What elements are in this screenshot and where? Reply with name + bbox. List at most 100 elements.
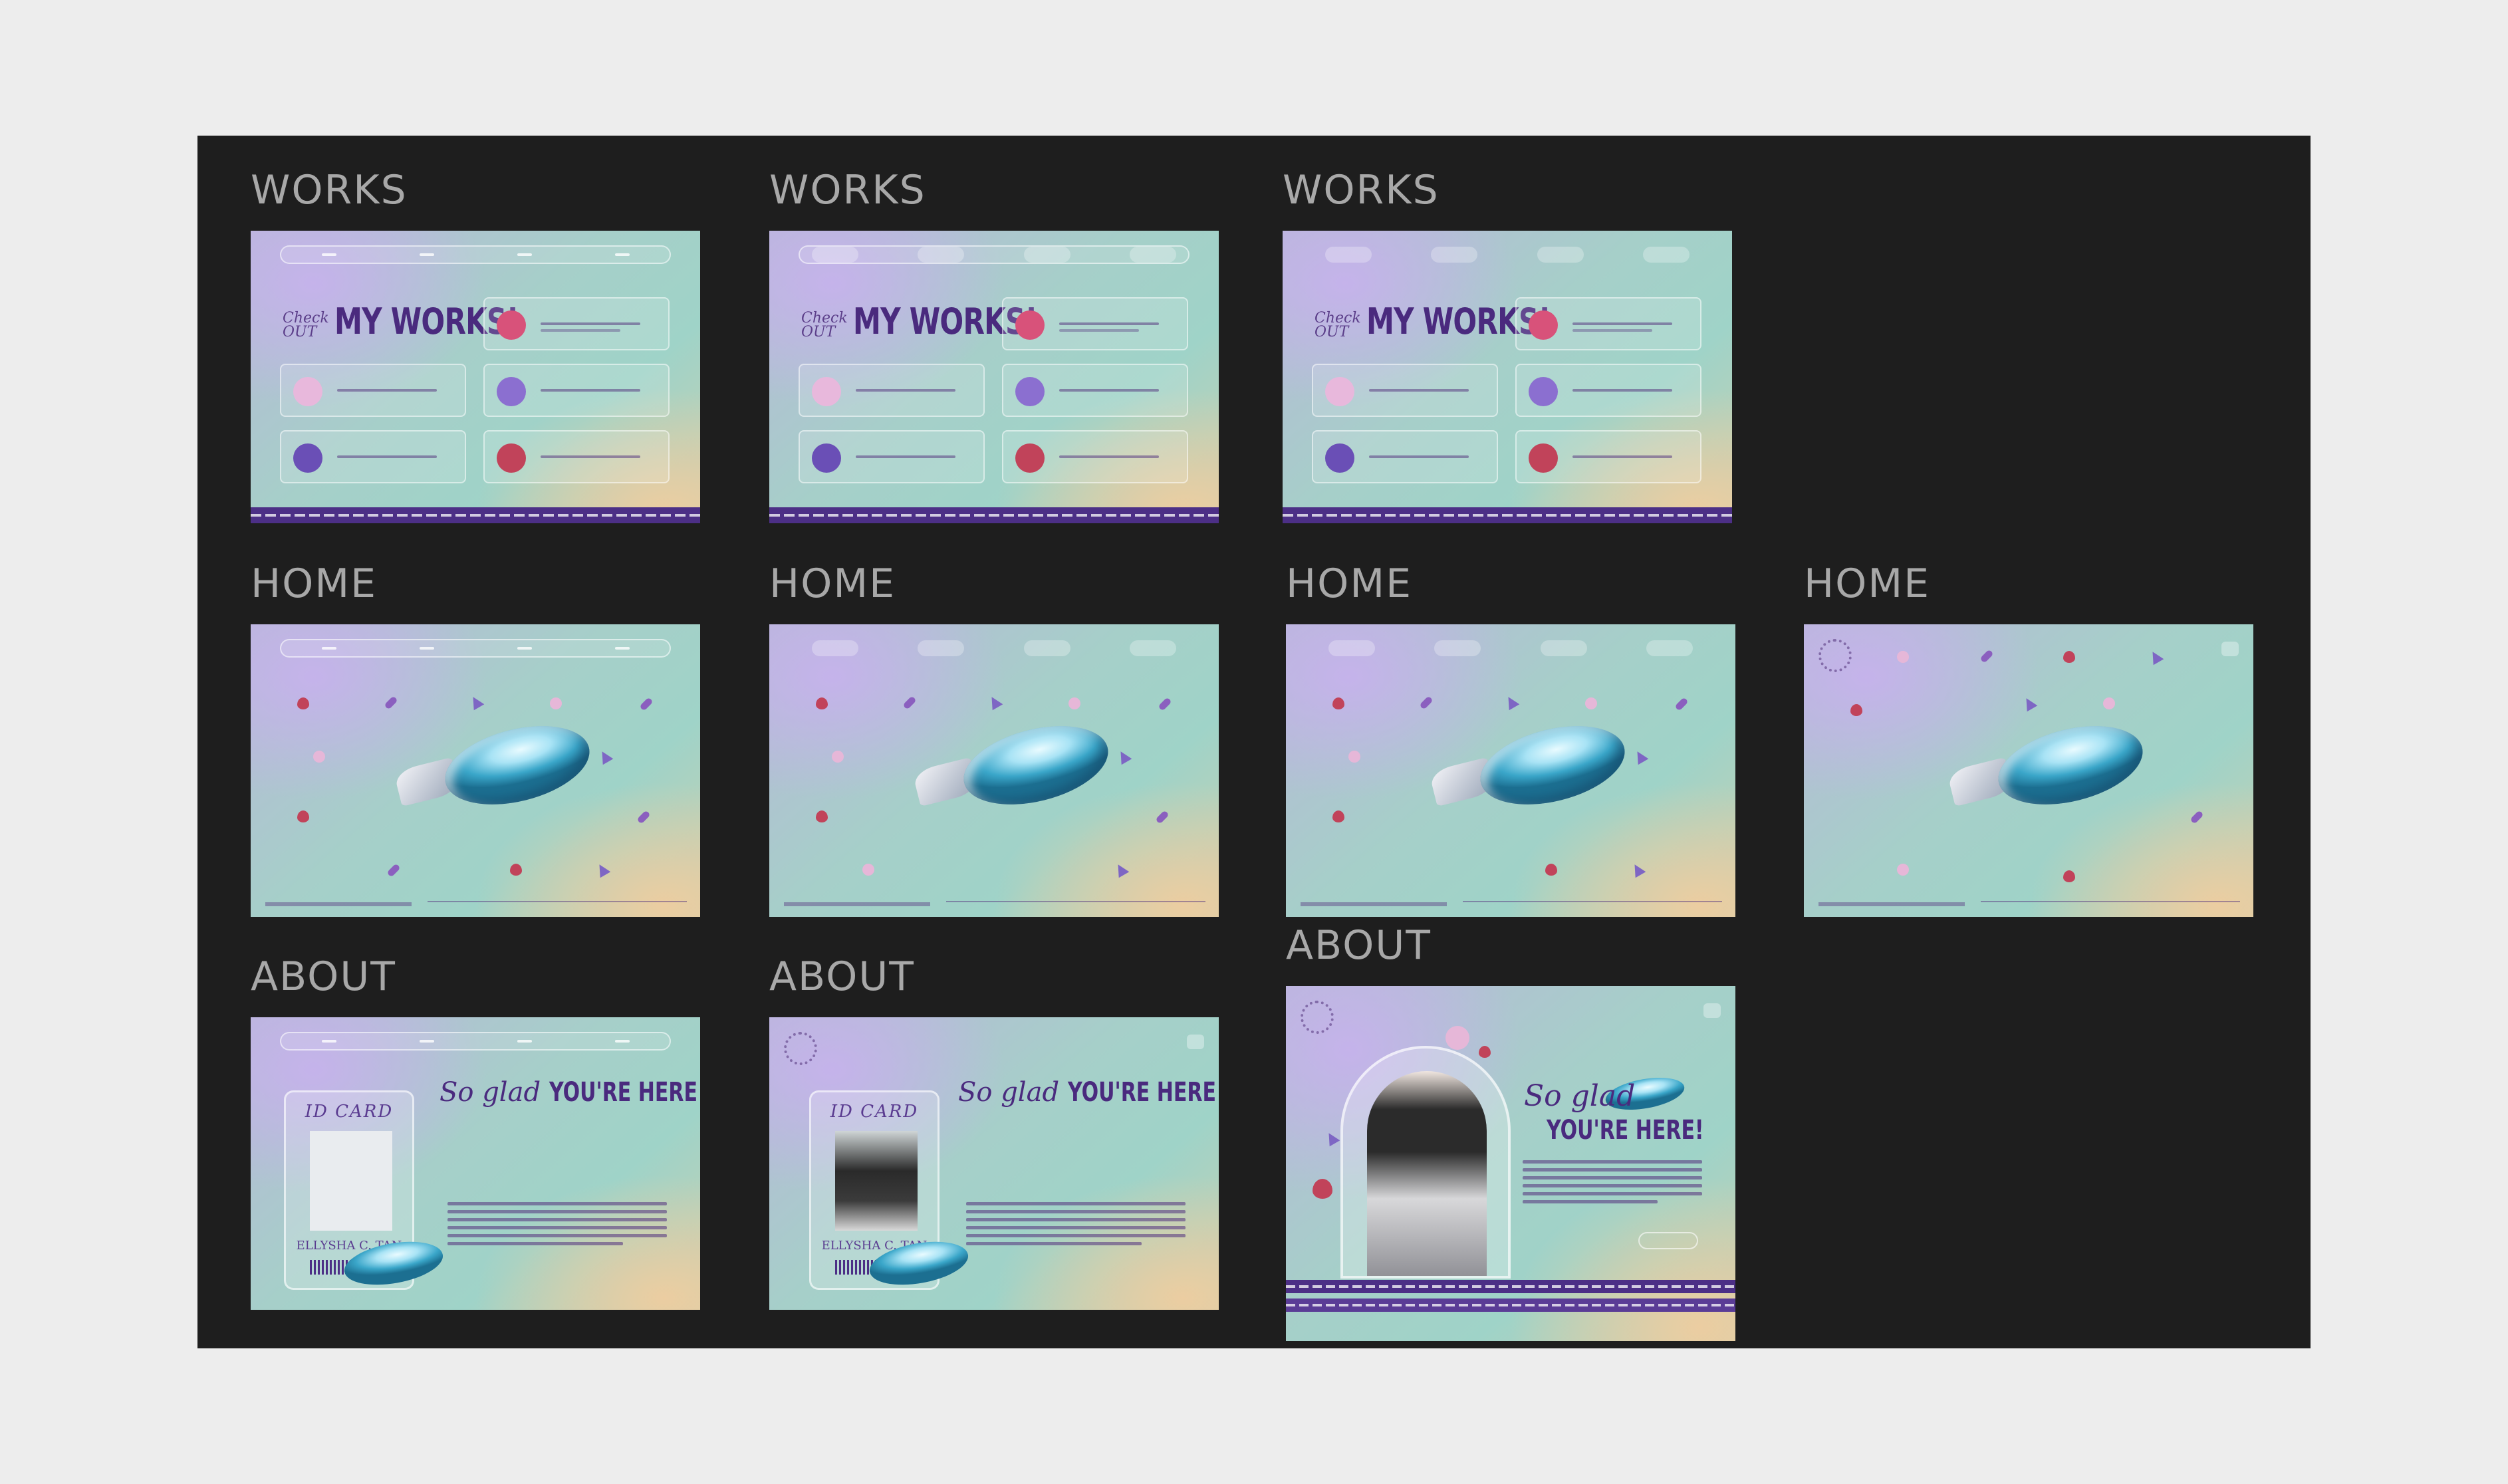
footer-ticker	[1283, 507, 1732, 523]
nav-items	[280, 245, 671, 264]
heart-icon	[1445, 1026, 1469, 1050]
work-card	[483, 297, 670, 350]
about-heading: So glad YOU'RE HERE!	[439, 1077, 700, 1108]
strawberry-icon	[1332, 810, 1344, 822]
strawberry-icon	[816, 697, 828, 709]
photo-placeholder	[310, 1131, 392, 1231]
heart-icon	[1897, 864, 1909, 876]
frame-label-home-2[interactable]: HOME	[769, 564, 896, 604]
frame-home-desktop[interactable]	[251, 624, 700, 917]
frame-works-tablet[interactable]: Check OUT MY WORKS!	[769, 231, 1219, 523]
frame-works-mobile[interactable]: Check OUT MY WORKS!	[1283, 231, 1732, 523]
menu-icon	[1703, 1003, 1721, 1018]
heart-icon	[1897, 651, 1909, 663]
menu-icon	[1187, 1035, 1204, 1049]
frame-label-about-2[interactable]: ABOUT	[769, 957, 915, 997]
about-paragraph	[1523, 1160, 1702, 1208]
frame-about-mobile[interactable]: So glad YOU'RE HERE!	[1286, 986, 1735, 1341]
cursor-icon	[1115, 748, 1132, 765]
glass-blob-logo	[912, 712, 1116, 818]
footer-line	[428, 901, 687, 902]
strawberry-icon	[1529, 443, 1558, 473]
heart-icon	[1348, 751, 1360, 763]
rocket-icon	[2190, 810, 2204, 824]
frame-works-desktop[interactable]: Check OUT MY WORKS!	[251, 231, 700, 523]
portrait-arch	[1340, 1046, 1511, 1279]
strawberry-icon	[2063, 651, 2075, 663]
nav-items	[280, 1032, 671, 1051]
about-paragraph	[966, 1202, 1186, 1250]
frame-home-tablet[interactable]	[769, 624, 1219, 917]
strawberry-icon	[297, 697, 309, 709]
frame-label-about-1[interactable]: ABOUT	[251, 957, 396, 997]
heart-icon	[313, 751, 325, 763]
nav-items	[1312, 245, 1703, 264]
nav-items	[1315, 639, 1706, 658]
nav-items	[799, 639, 1190, 658]
rocket-icon	[812, 443, 841, 473]
frame-label-works-1[interactable]: WORKS	[251, 170, 408, 210]
about-heading-line2: YOU'RE HERE!	[1547, 1115, 1704, 1146]
work-card	[1002, 364, 1188, 417]
skills-ticker-2	[1286, 1298, 1735, 1312]
frame-label-home-4[interactable]: HOME	[1804, 564, 1930, 604]
about-heading: So glad YOU'RE HERE!	[958, 1077, 1219, 1108]
strawberry-icon	[816, 810, 828, 822]
rocket-icon	[384, 695, 398, 710]
glass-blob-logo	[1946, 712, 2151, 818]
footer-line	[946, 901, 1205, 902]
rocket-icon	[1674, 697, 1689, 711]
about-heading-line1: So glad	[1524, 1079, 1636, 1113]
frame-home-tablet-alt[interactable]	[1286, 624, 1735, 917]
footer-text	[1301, 902, 1447, 906]
profile-photo	[835, 1131, 918, 1231]
work-card	[483, 364, 670, 417]
cursor-icon	[986, 693, 1003, 711]
skills-ticker-1	[1286, 1280, 1735, 1293]
strawberry-icon	[1015, 443, 1045, 473]
footer-ticker	[251, 507, 700, 523]
rocket-icon	[1979, 649, 1994, 664]
frame-label-about-3[interactable]: ABOUT	[1286, 926, 1432, 965]
work-card	[1002, 430, 1188, 483]
rocket-icon	[1419, 695, 1434, 710]
frame-label-works-2[interactable]: WORKS	[769, 170, 926, 210]
heart-icon	[1068, 697, 1080, 709]
work-card	[1002, 297, 1188, 350]
glass-blob-logo	[393, 712, 598, 818]
heart-icon	[862, 864, 874, 876]
frame-about-desktop[interactable]: ID CARD ELLYSHA C. TAN So glad YOU'RE HE…	[251, 1017, 700, 1310]
strawberry-icon	[297, 810, 309, 822]
strawberry-icon	[2063, 870, 2075, 882]
about-paragraph	[447, 1202, 667, 1250]
frame-about-tablet[interactable]: ID CARD ELLYSHA C. TAN So glad YOU'RE HE…	[769, 1017, 1219, 1310]
heart-icon	[1325, 377, 1354, 406]
cursor-icon	[467, 693, 485, 711]
frame-label-home-1[interactable]: HOME	[251, 564, 377, 604]
rocket-icon	[902, 695, 917, 710]
frame-label-home-3[interactable]: HOME	[1286, 564, 1412, 604]
circle-logo-icon	[1301, 1001, 1334, 1034]
footer-line	[1981, 901, 2240, 902]
strawberry-icon	[510, 864, 522, 876]
strawberry-icon	[1545, 864, 1557, 876]
strawberry-icon	[1850, 704, 1862, 716]
menu-icon	[2221, 642, 2239, 656]
cursor-icon	[1323, 1130, 1340, 1147]
rocket-icon	[386, 863, 401, 878]
work-card	[1312, 430, 1498, 483]
cursor-icon	[1503, 693, 1520, 711]
flamingo-icon	[1015, 310, 1045, 340]
heart-icon	[832, 751, 844, 763]
frame-label-works-3[interactable]: WORKS	[1283, 170, 1440, 210]
rocket-icon	[639, 697, 654, 711]
frame-home-mobile[interactable]	[1804, 624, 2253, 917]
cursor-icon	[596, 748, 614, 765]
flamingo-icon	[1529, 310, 1558, 340]
heart-icon	[293, 377, 322, 406]
nav-items	[799, 245, 1190, 264]
rocket-icon	[1158, 697, 1172, 711]
work-card	[483, 430, 670, 483]
heart-icon	[812, 377, 841, 406]
footer-text	[784, 902, 930, 906]
